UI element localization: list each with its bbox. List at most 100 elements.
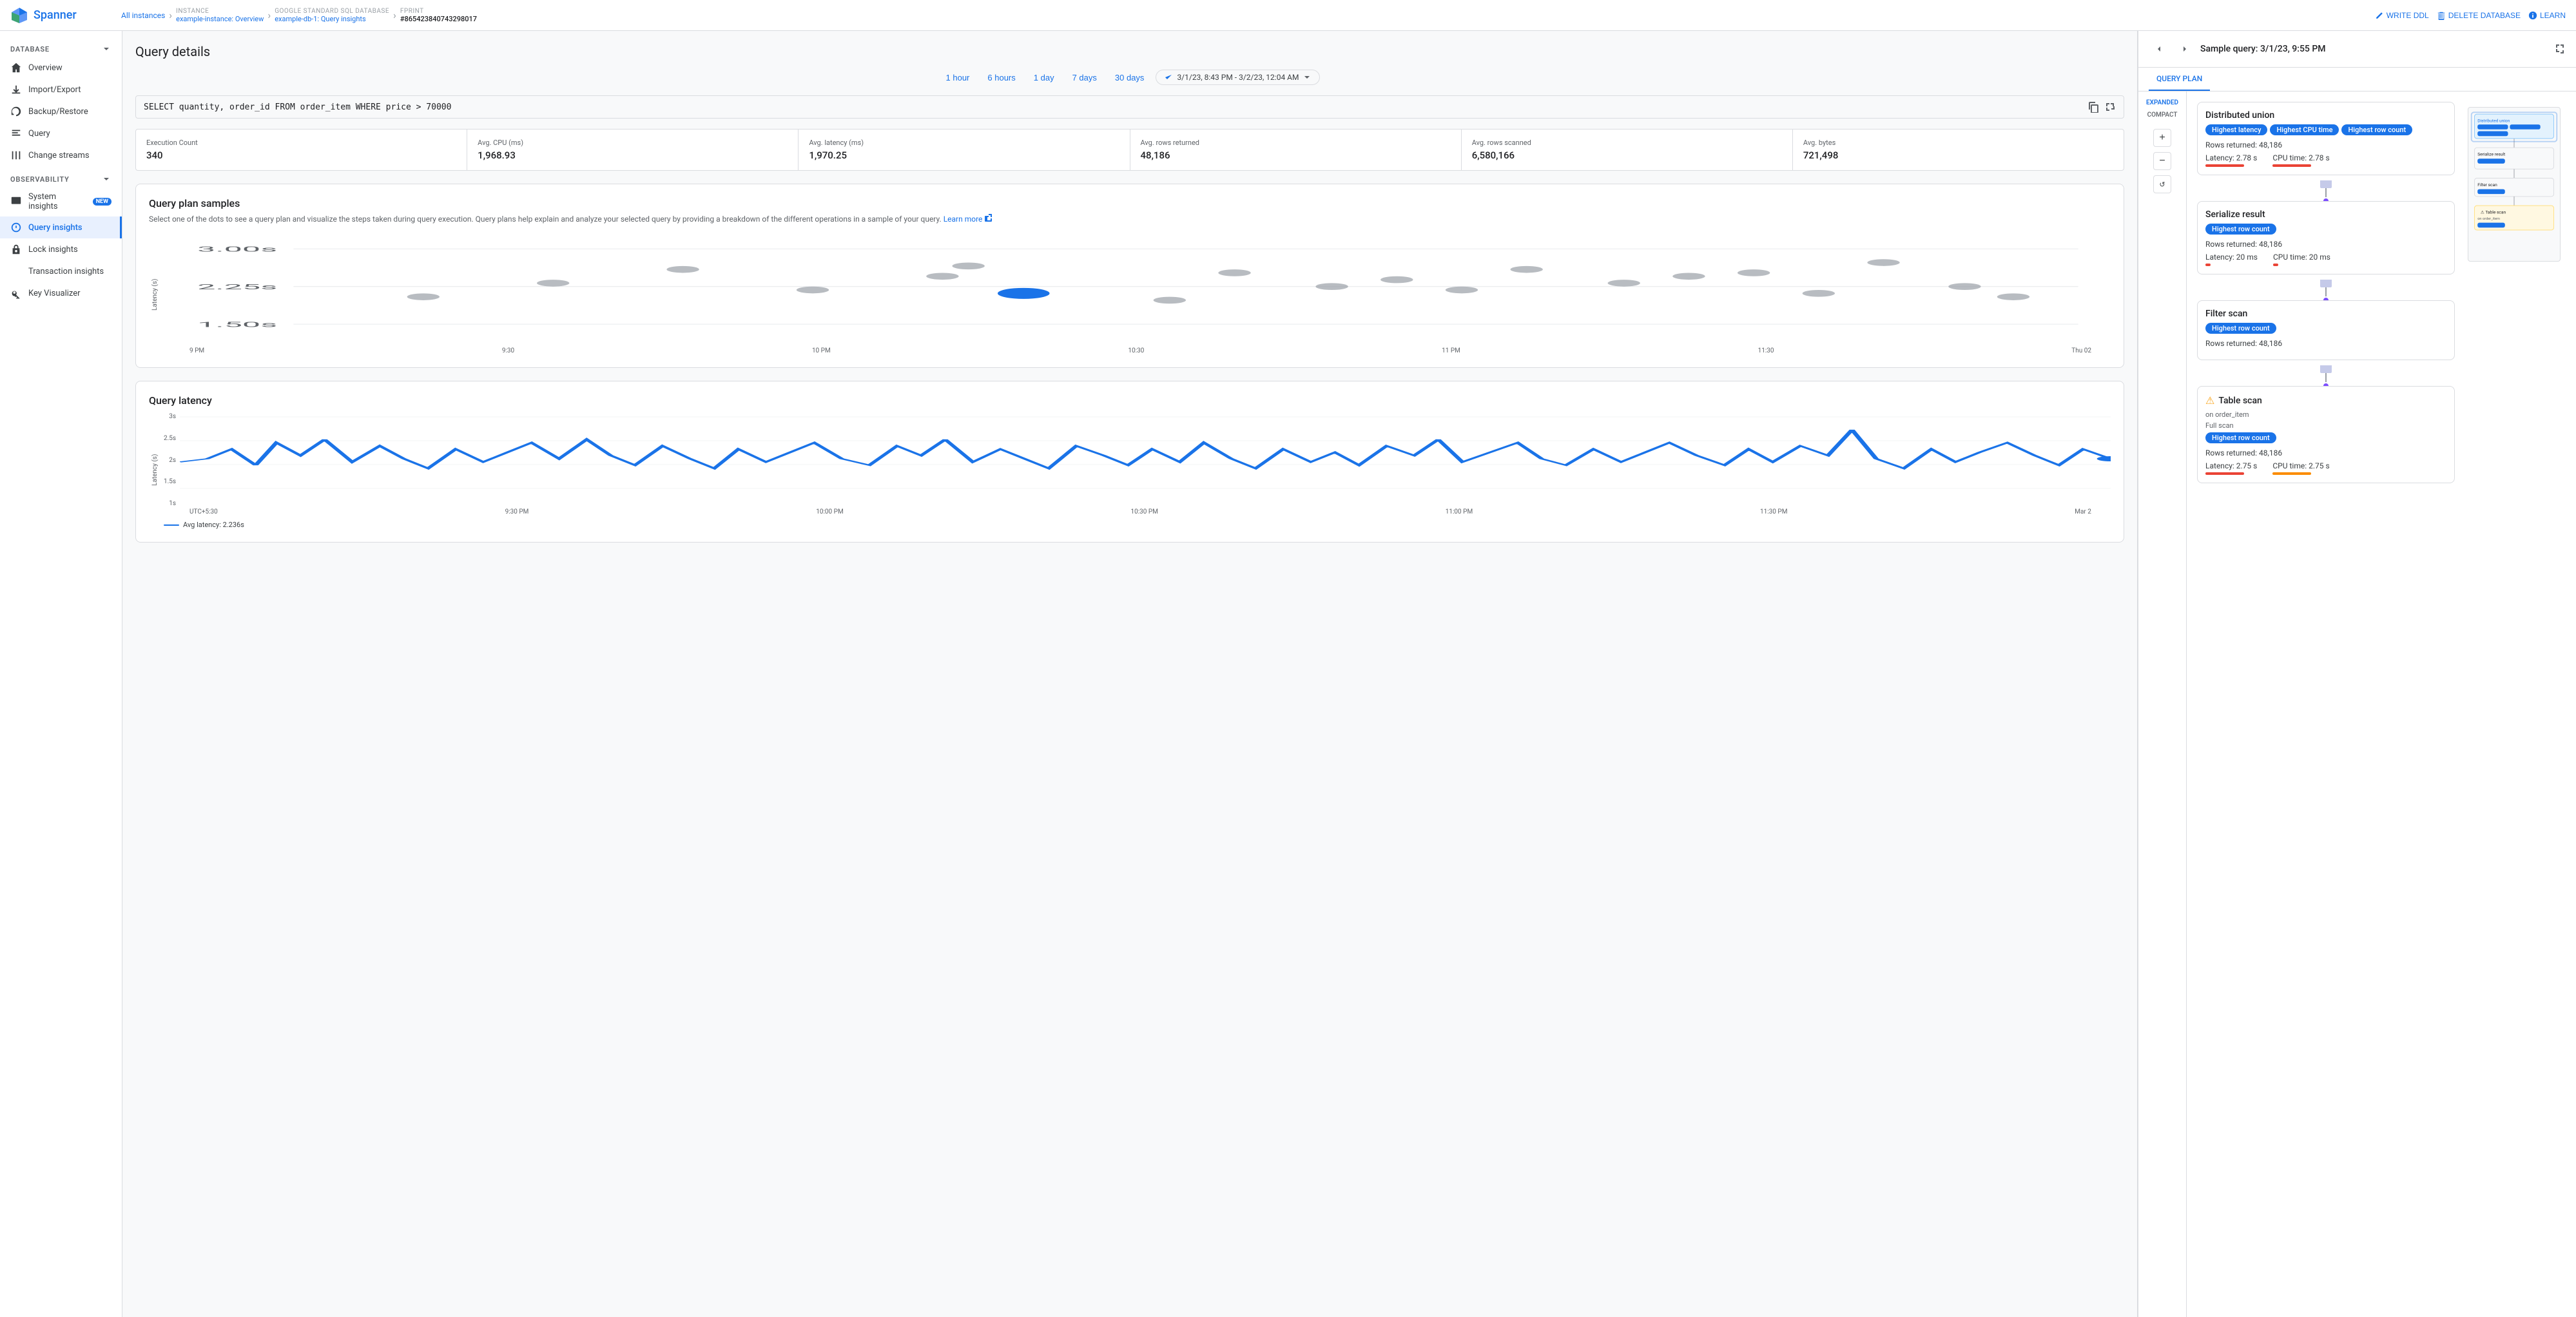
stat-execution-count: Execution Count 340 [136,130,467,170]
tab-query-plan[interactable]: QUERY PLAN [2149,68,2210,91]
time-6hours[interactable]: 6 hours [981,70,1022,85]
delete-database-button[interactable]: DELETE DATABASE [2437,11,2521,20]
node-stats-2: Rows returned: 48,186 [2205,240,2446,249]
query-insights-icon [10,222,22,233]
stat-avg-rows-returned: Avg. rows returned 48,186 [1130,130,1462,170]
node-metrics-4: Latency: 2.75 s CPU time: 2.75 s [2205,461,2446,475]
stat-avg-rows-scanned: Avg. rows scanned 6,580,166 [1462,130,1793,170]
connector-3 [2197,365,2455,386]
badge-highest-row-1: Highest row count [2341,124,2412,135]
warning-icon: ⚠ [2205,394,2214,407]
badge-highest-row-3: Highest row count [2205,323,2276,334]
compact-view-btn[interactable]: COMPACT [2147,111,2178,119]
zoom-in-button[interactable]: + [2153,129,2171,147]
query-bar: SELECT quantity, order_id FROM order_ite… [135,95,2124,119]
expand-icon[interactable] [2104,101,2116,113]
system-icon [10,196,22,207]
node-badges-filter: Highest row count [2205,323,2446,334]
node-badges-table-scan: Highest row count [2205,432,2446,443]
right-panel: Sample query: 3/1/23, 9:55 PM QUERY PLAN… [2138,31,2576,1317]
breadcrumb-sep-1: › [169,9,172,21]
cpu-bar-2 [2273,264,2278,266]
top-navigation: Spanner All instances › INSTANCE example… [0,0,2576,31]
sidebar-item-import-export[interactable]: Import/Export [0,79,122,101]
svg-text:⚠ Table scan: ⚠ Table scan [2481,209,2506,215]
sidebar-item-query[interactable]: Query [0,122,122,144]
database-section-toggle[interactable] [101,44,111,54]
chart-legend: Avg latency: 2.236s [164,521,2111,529]
stat-avg-bytes: Avg. bytes 721,498 [1793,130,2124,170]
query-latency-card: Query latency Latency (s) 3s 2.5s 2s 1.5… [135,381,2124,543]
query-text: SELECT quantity, order_id FROM order_ite… [144,102,2087,112]
badge-highest-cpu: Highest CPU time [2270,124,2339,135]
sidebar-item-overview[interactable]: Overview [0,57,122,79]
plan-content: Distributed union Highest latency Highes… [2187,91,2576,1317]
badge-highest-row-2: Highest row count [2205,224,2276,235]
node-subtitle-table-scan: on order_item [2205,410,2446,419]
sidebar: DATABASE Overview Import/Export Backup/R… [0,31,122,1317]
minimap-container: Distributed union Serialize result Filte… [2463,102,2566,1307]
stats-row: Execution Count 340 Avg. CPU (ms) 1,968.… [135,129,2124,171]
prev-sample-button[interactable] [2149,39,2169,59]
scatter-x-axis: 9 PM 9:30 10 PM 10:30 11 PM 11:30 Thu 02 [164,347,2111,354]
badge-highest-latency: Highest latency [2205,124,2267,135]
sidebar-item-transaction-insights[interactable]: Transaction insights [0,260,122,282]
write-ddl-button[interactable]: WRITE DDL [2375,11,2429,20]
latency-chart [180,410,2111,507]
breadcrumb-database: GOOGLE STANDARD SQL DATABASE example-db-… [275,8,389,23]
sidebar-item-system-insights[interactable]: System insights NEW [0,187,122,216]
copy-icon[interactable] [2087,101,2099,113]
time-30days[interactable]: 30 days [1109,70,1151,85]
svg-text:1.50s: 1.50s [197,320,277,329]
time-7days[interactable]: 7 days [1066,70,1103,85]
learn-more-link[interactable]: Learn more [944,215,983,224]
right-panel-header: Sample query: 3/1/23, 9:55 PM [2138,31,2576,68]
cpu-bar-1 [2272,164,2311,167]
time-controls: 1 hour 6 hours 1 day 7 days 30 days 3/1/… [135,70,2124,85]
scatter-plot[interactable]: 3.00s 2.25s 1.50s [164,235,2111,345]
breadcrumb-sep-2: › [267,9,271,21]
sidebar-item-key-visualizer[interactable]: Key Visualizer [0,282,122,304]
observability-section-title: OBSERVABILITY [0,166,122,187]
node-serialize-result[interactable]: Serialize result Highest row count Rows … [2197,201,2455,274]
sidebar-item-query-insights[interactable]: Query insights [0,216,122,238]
legend-line [164,524,179,526]
latency-x-axis: UTC+5:30 9:30 PM 10:00 PM 10:30 PM 11:00… [164,507,2111,515]
learn-button[interactable]: LEARN [2528,11,2566,20]
key-icon [10,287,22,299]
reset-zoom-button[interactable]: ↺ [2153,175,2171,193]
main-content: Query details 1 hour 6 hours 1 day 7 day… [122,31,2137,1317]
time-1day[interactable]: 1 day [1027,70,1061,85]
svg-text:Distributed union: Distributed union [2477,118,2510,123]
connector-2 [2197,280,2455,300]
time-1hour[interactable]: 1 hour [940,70,976,85]
sidebar-item-backup-restore[interactable]: Backup/Restore [0,101,122,122]
node-table-scan[interactable]: ⚠ Table scan on order_item Full scan Hig… [2197,386,2455,483]
breadcrumb-instance: INSTANCE example-instance: Overview [176,8,264,23]
next-sample-button[interactable] [2174,39,2195,59]
node-title-serialize-result: Serialize result [2205,209,2446,220]
expanded-view-btn[interactable]: EXPANDED [2146,99,2178,106]
node-stats-4: Rows returned: 48,186 [2205,448,2446,457]
node-metrics-1: Latency: 2.78 s CPU time: 2.78 s [2205,153,2446,167]
latency-bar-2 [2205,264,2211,266]
query-latency-title: Query latency [149,394,2111,407]
sidebar-item-lock-insights[interactable]: Lock insights [0,238,122,260]
node-distributed-union[interactable]: Distributed union Highest latency Highes… [2197,102,2455,175]
time-range-picker[interactable]: 3/1/23, 8:43 PM - 3/2/23, 12:04 AM [1156,70,1320,85]
node-title-table-scan: ⚠ Table scan [2205,394,2446,407]
plan-view-controls: EXPANDED COMPACT + − ↺ [2138,91,2187,1317]
breadcrumb-all-instances[interactable]: All instances [121,11,165,20]
sidebar-item-change-streams[interactable]: Change streams [0,144,122,166]
breadcrumb-fprint: FPRINT #865423840743298017 [400,8,477,23]
node-filter-scan[interactable]: Filter scan Highest row count Rows retur… [2197,300,2455,360]
app-logo: Spanner [10,6,113,24]
expand-panel-button[interactable] [2554,43,2566,56]
observability-section-toggle[interactable] [101,174,111,184]
svg-text:on order_item: on order_item [2477,217,2500,221]
transaction-icon [10,265,22,277]
zoom-out-button[interactable]: − [2153,152,2171,170]
query-plan-samples-card: Query plan samples Select one of the dot… [135,184,2124,368]
query-plan-title: Query plan samples [149,197,2111,209]
stat-avg-cpu: Avg. CPU (ms) 1,968.93 [467,130,799,170]
